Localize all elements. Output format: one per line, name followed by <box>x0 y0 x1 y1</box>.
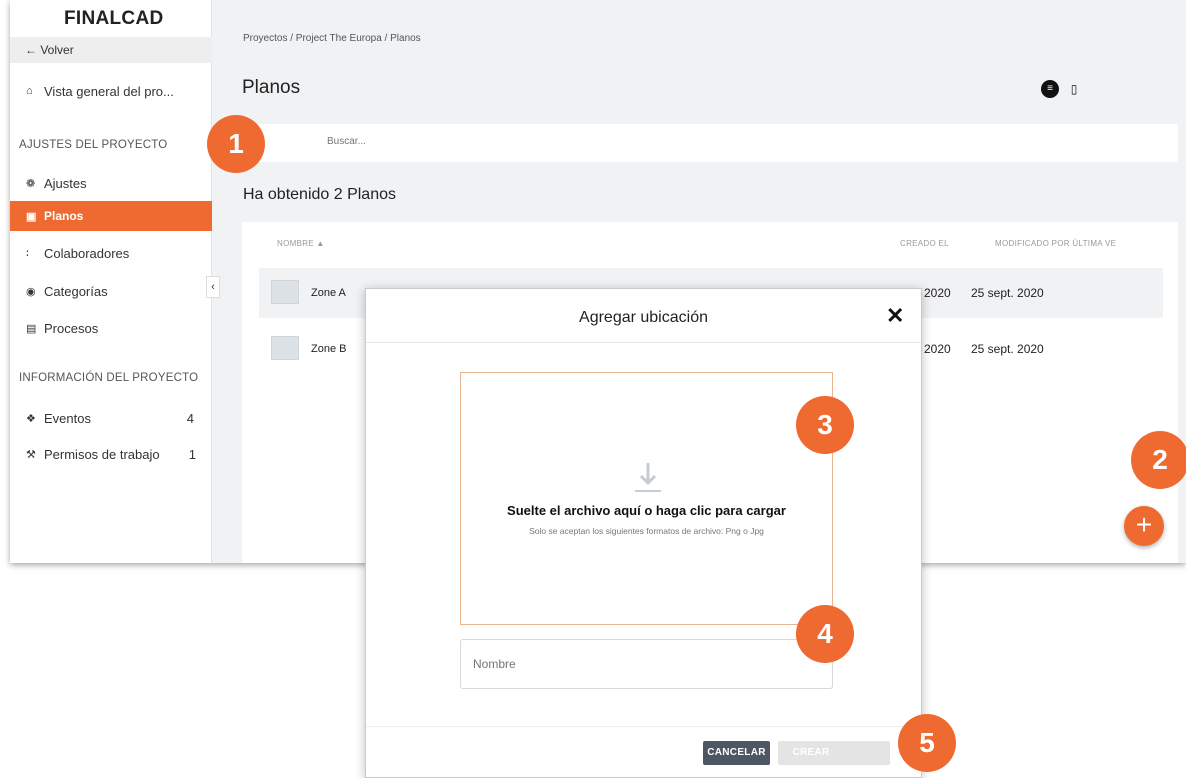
results-count: Ha obtenido 2 Planos <box>243 186 396 203</box>
settings-section-label: AJUSTES DEL PROYECTO <box>19 139 168 151</box>
back-button[interactable]: ← Volver <box>10 37 212 63</box>
file-dropzone[interactable]: Suelte el archivo aquí o haga clic para … <box>460 372 833 625</box>
sidebar-item-label: Categorías <box>44 283 108 299</box>
name-field-wrapper <box>460 639 833 689</box>
sidebar-item-label: Planos <box>44 209 84 223</box>
list-view-icon[interactable]: ≡ <box>1041 80 1059 98</box>
process-icon: ▤ <box>26 322 37 335</box>
events-icon: ❖ <box>26 412 36 425</box>
screenshot-stage: FINALCAD ← Volver ⌂ Vista general del pr… <box>0 0 1186 778</box>
sidebar-collapse-button[interactable]: ‹ <box>206 276 220 298</box>
permits-count: 1 <box>188 446 196 462</box>
sidebar-item-colaboradores[interactable]: ∶ Colaboradores <box>10 238 212 268</box>
sidebar-item-overview[interactable]: ⌂ Vista general del pro... <box>10 76 212 106</box>
hammer-icon: ⚒ <box>26 448 36 461</box>
sidebar-item-procesos[interactable]: ▤ Procesos <box>10 313 212 343</box>
sidebar-item-eventos[interactable]: ❖ Eventos 4 <box>10 403 212 433</box>
search-bar <box>242 124 1178 162</box>
row-name: Zone A <box>311 287 346 299</box>
step-badge-4: 4 <box>796 605 854 663</box>
row-name: Zone B <box>311 343 347 355</box>
row-modified: 25 sept. 2020 <box>971 286 1044 300</box>
info-section-label: INFORMACIÓN DEL PROYECTO <box>19 372 199 384</box>
name-input[interactable] <box>473 657 773 671</box>
map-icon: ▣ <box>26 210 37 223</box>
sidebar-item-permisos[interactable]: ⚒ Permisos de trabajo 1 <box>10 439 212 469</box>
create-button[interactable]: CREAR <box>778 741 890 765</box>
sidebar-item-categorias[interactable]: ◉ Categorías <box>10 276 212 306</box>
sidebar-item-label: Ajustes <box>44 175 87 191</box>
divider <box>366 342 921 343</box>
add-location-dialog: Agregar ubicación ✕ Suelte el archivo aq… <box>365 288 922 778</box>
plan-thumbnail <box>271 280 299 304</box>
sidebar-item-label: Vista general del pro... <box>44 83 174 99</box>
sidebar-item-planos[interactable]: ▣ Planos <box>10 201 212 231</box>
row-modified: 25 sept. 2020 <box>971 342 1044 356</box>
step-badge-5: 5 <box>898 714 956 772</box>
sidebar-item-label: Permisos de trabajo <box>44 446 160 462</box>
dropzone-formats: Solo se aceptan los siguientes formatos … <box>529 526 764 536</box>
dialog-title: Agregar ubicación <box>579 309 708 326</box>
gear-icon: ❁ <box>26 177 36 190</box>
step-badge-2: 2 <box>1131 431 1186 489</box>
users-icon: ∶ <box>26 247 29 260</box>
page-title: Planos <box>242 77 301 98</box>
events-count: 4 <box>186 410 194 426</box>
breadcrumb: Proyectos / Project The Europa / Planos <box>243 33 421 44</box>
divider <box>366 726 921 727</box>
home-icon: ⌂ <box>26 85 33 97</box>
search-input[interactable] <box>327 136 627 147</box>
sidebar-item-label: Colaboradores <box>44 245 130 261</box>
category-icon: ◉ <box>26 285 36 298</box>
sidebar-item-label: Procesos <box>44 320 99 336</box>
cancel-button[interactable]: CANCELAR <box>703 741 770 765</box>
sidebar-item-ajustes[interactable]: ❁ Ajustes <box>10 168 212 198</box>
step-badge-3: 3 <box>796 396 854 454</box>
add-plan-fab[interactable]: + <box>1124 506 1164 546</box>
sidebar: FINALCAD ← Volver ⌂ Vista general del pr… <box>10 0 212 563</box>
close-icon[interactable]: ✕ <box>886 303 904 329</box>
download-icon <box>635 463 661 492</box>
column-header-name[interactable]: NOMBRE ▲ <box>277 239 325 248</box>
step-badge-1: 1 <box>207 115 265 173</box>
column-header-modified[interactable]: MODIFICADO POR ÚLTIMA VE <box>995 239 1116 248</box>
brand-logo: FINALCAD <box>64 8 164 29</box>
dropzone-instructions: Suelte el archivo aquí o haga clic para … <box>507 503 786 518</box>
gallery-view-icon[interactable]: ▯ <box>1067 82 1081 96</box>
sidebar-item-label: Eventos <box>44 410 91 426</box>
plan-thumbnail <box>271 336 299 360</box>
column-header-created[interactable]: CREADO EL <box>900 239 949 248</box>
